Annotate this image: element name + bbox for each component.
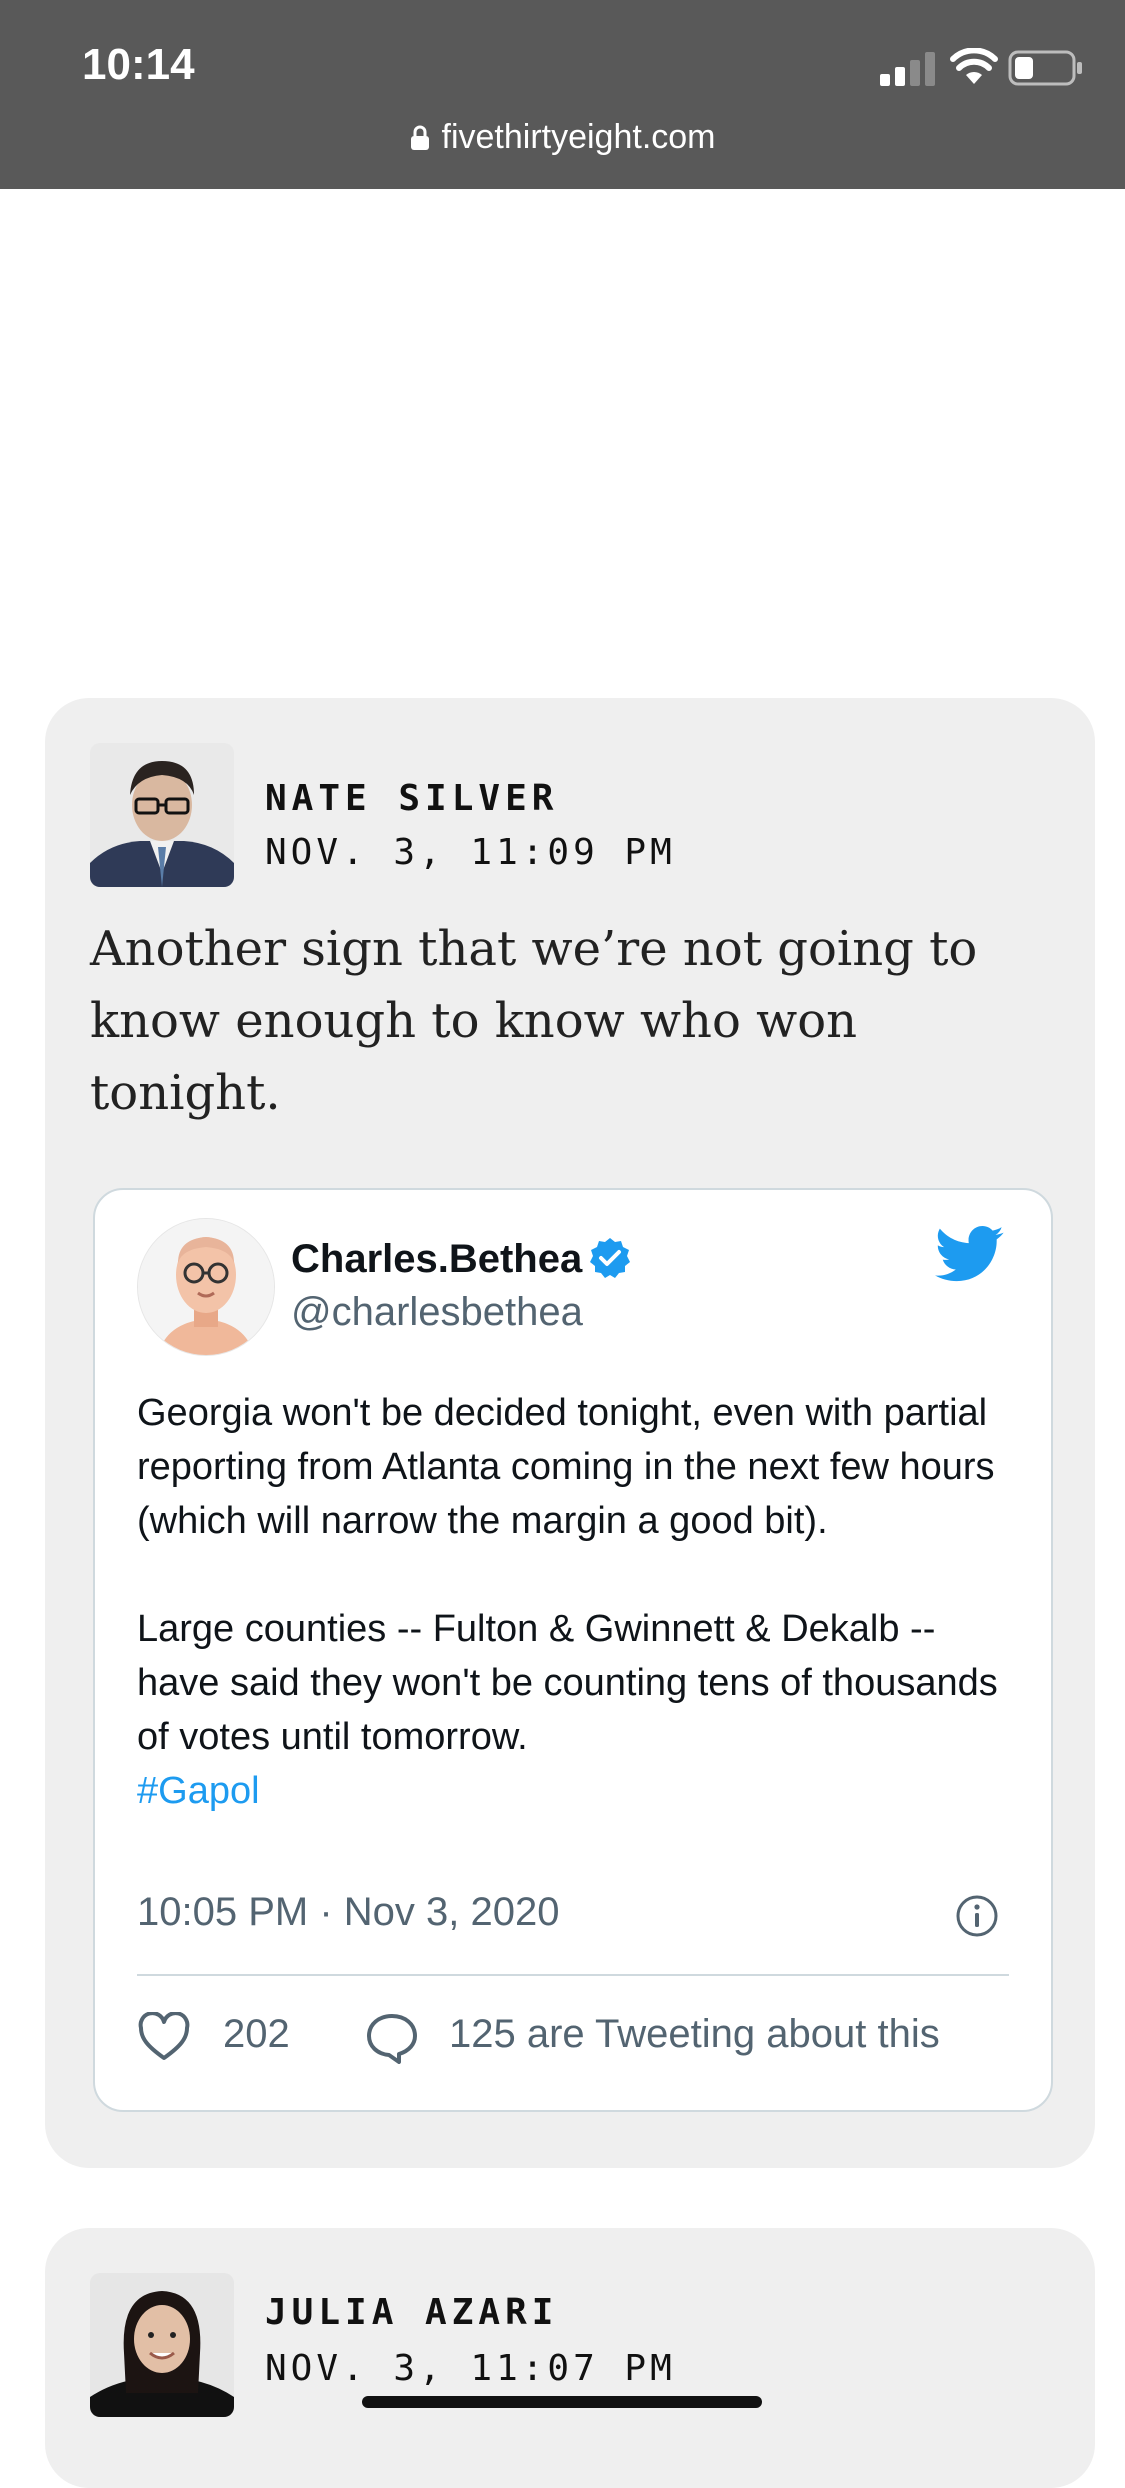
- tweet-paragraph-text: Large counties -- Fulton & Gwinnett & De…: [137, 1608, 998, 1758]
- status-time: 10:14: [82, 40, 195, 89]
- like-count[interactable]: 202: [223, 2012, 290, 2057]
- author-name: JULIA AZARI: [265, 2292, 559, 2333]
- post-text: Another sign that we’re not going to kno…: [90, 921, 978, 1121]
- url-bar[interactable]: fivethirtyeight.com: [0, 118, 1125, 157]
- tweet-paragraph: Georgia won't be decided tonight, even w…: [137, 1392, 995, 1542]
- live-post-card: JULIA AZARI NOV. 3, 11:07 PM: [45, 2228, 1095, 2488]
- cellular-signal-icon: [880, 52, 935, 86]
- lock-icon: [410, 125, 429, 150]
- tweet-paragraph: Large counties -- Fulton & Gwinnett & De…: [137, 1602, 1017, 1818]
- author-avatar: [90, 743, 234, 887]
- tweet-display-name-text: Charles.Bethea: [291, 1237, 583, 1281]
- tweet-display-name[interactable]: Charles.Bethea: [291, 1236, 632, 1282]
- embedded-tweet[interactable]: Charles.Bethea @charlesbethea Georgia wo…: [93, 1188, 1053, 2112]
- info-icon[interactable]: [955, 1894, 999, 1938]
- tweet-body: Georgia won't be decided tonight, even w…: [137, 1386, 1017, 1818]
- wifi-icon: [950, 48, 998, 84]
- home-indicator[interactable]: [362, 2396, 762, 2408]
- browser-top-bar: 10:14 fivethirtyeight.com: [0, 0, 1125, 189]
- tweet-handle[interactable]: @charlesbethea: [291, 1290, 583, 1335]
- author-avatar: [90, 2273, 234, 2417]
- verified-badge-icon: [590, 1238, 631, 1278]
- tweet-divider: [137, 1974, 1009, 1976]
- tweet-author-avatar[interactable]: [137, 1218, 275, 1356]
- post-timestamp: NOV. 3, 11:09 PM: [265, 832, 676, 873]
- twitter-logo-icon[interactable]: [935, 1226, 1005, 1284]
- tweeting-about-link[interactable]: 125 are Tweeting about this: [449, 2012, 940, 2057]
- heart-icon[interactable]: [137, 2012, 191, 2062]
- reply-bubble-icon[interactable]: [365, 2012, 419, 2064]
- post-timestamp: NOV. 3, 11:07 PM: [265, 2348, 676, 2389]
- tweet-hashtag-link[interactable]: #Gapol: [137, 1770, 260, 1812]
- author-name: NATE SILVER: [265, 778, 559, 819]
- tweet-date-link[interactable]: 10:05 PM · Nov 3, 2020: [137, 1890, 559, 1935]
- url-text: fivethirtyeight.com: [441, 118, 716, 156]
- live-post-card: NATE SILVER NOV. 3, 11:09 PM Another sig…: [45, 698, 1095, 2168]
- battery-icon: [1008, 50, 1082, 86]
